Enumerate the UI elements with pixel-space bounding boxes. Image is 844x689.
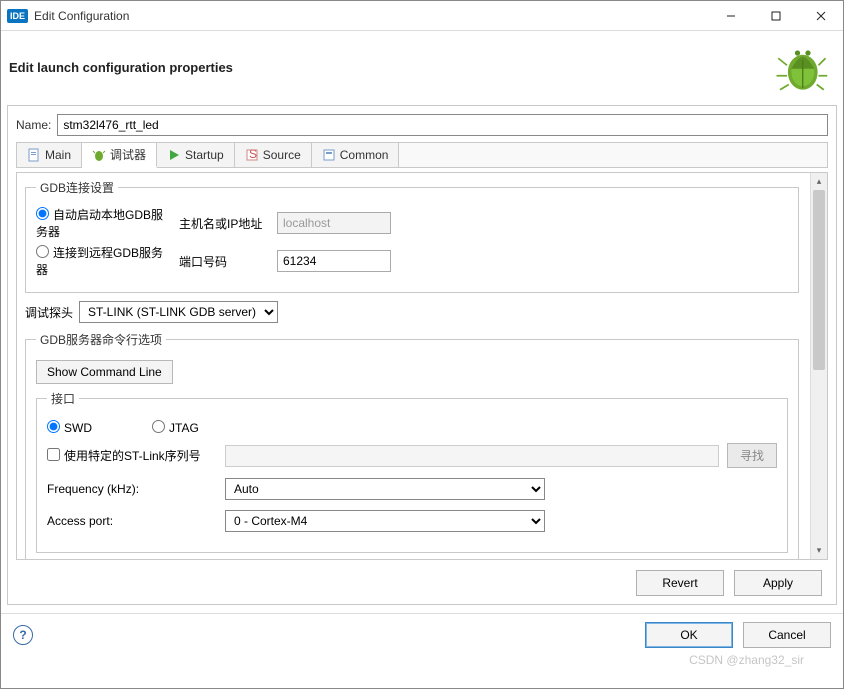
- cancel-button[interactable]: Cancel: [743, 622, 831, 648]
- probe-label: 调试探头: [25, 304, 73, 321]
- access-port-label: Access port:: [47, 514, 217, 528]
- svg-text:S: S: [249, 148, 257, 161]
- close-button[interactable]: [798, 1, 843, 31]
- frequency-label: Frequency (kHz):: [47, 482, 217, 496]
- apply-button[interactable]: Apply: [734, 570, 822, 596]
- gdb-server-legend: GDB服务器命令行选项: [36, 331, 166, 348]
- host-input: [277, 212, 391, 234]
- scroll-down-icon[interactable]: ▾: [811, 542, 827, 559]
- serial-select: [225, 445, 719, 467]
- help-button[interactable]: ?: [13, 625, 33, 645]
- page-heading: Edit launch configuration properties: [9, 60, 233, 75]
- bug-small-icon: [92, 148, 106, 162]
- tab-debugger-label: 调试器: [110, 146, 146, 163]
- tab-startup[interactable]: Startup: [157, 143, 235, 167]
- tab-debugger[interactable]: 调试器: [82, 143, 157, 168]
- tabbar: Main 调试器 Startup S Source Common: [16, 142, 828, 168]
- minimize-button[interactable]: [708, 1, 753, 31]
- main-panel: Name: Main 调试器 Startup S Source Common ▴…: [7, 105, 837, 605]
- name-input[interactable]: [57, 114, 828, 136]
- scroll-up-icon[interactable]: ▴: [811, 173, 827, 190]
- name-label: Name:: [16, 118, 51, 132]
- revert-button[interactable]: Revert: [636, 570, 724, 596]
- access-port-select[interactable]: 0 - Cortex-M4: [225, 510, 545, 532]
- radio-remote-gdb[interactable]: 连接到远程GDB服务器: [36, 244, 171, 278]
- tab-main[interactable]: Main: [17, 143, 82, 167]
- serial-checkbox[interactable]: 使用特定的ST-Link序列号: [47, 447, 217, 464]
- tab-content: ▴ ▾ GDB连接设置 自动启动本地GDB服务器 主机名或IP地址 连接到远程G…: [16, 172, 828, 560]
- interface-group: 接口 SWD JTAG 使用特定的ST-Link序列号 寻找 Frequency…: [36, 390, 788, 553]
- tab-common-label: Common: [340, 148, 389, 162]
- close-icon: [816, 11, 826, 21]
- radio-local-gdb[interactable]: 自动启动本地GDB服务器: [36, 206, 171, 240]
- port-input[interactable]: [277, 250, 391, 272]
- window-title: Edit Configuration: [34, 9, 708, 23]
- banner: Edit launch configuration properties: [1, 31, 843, 103]
- maximize-button[interactable]: [753, 1, 798, 31]
- radio-swd[interactable]: SWD: [47, 419, 92, 435]
- play-icon: [167, 148, 181, 162]
- maximize-icon: [771, 11, 781, 21]
- gdb-connection-group: GDB连接设置 自动启动本地GDB服务器 主机名或IP地址 连接到远程GDB服务…: [25, 179, 799, 293]
- tab-main-label: Main: [45, 148, 71, 162]
- bug-icon: [773, 39, 829, 95]
- tab-startup-label: Startup: [185, 148, 224, 162]
- frequency-select[interactable]: Auto: [225, 478, 545, 500]
- source-icon: S: [245, 148, 259, 162]
- find-button[interactable]: 寻找: [727, 443, 777, 468]
- titlebar: IDE Edit Configuration: [1, 1, 843, 31]
- tab-common[interactable]: Common: [312, 143, 400, 167]
- common-icon: [322, 148, 336, 162]
- scrollbar-thumb[interactable]: [813, 190, 825, 370]
- gdb-server-group: GDB服务器命令行选项 Show Command Line 接口 SWD JTA…: [25, 331, 799, 560]
- footer: ? OK Cancel: [1, 613, 843, 656]
- app-badge: IDE: [7, 9, 28, 23]
- radio-jtag[interactable]: JTAG: [152, 419, 199, 435]
- tab-source-label: Source: [263, 148, 301, 162]
- host-label: 主机名或IP地址: [179, 215, 269, 232]
- vertical-scrollbar[interactable]: ▴ ▾: [810, 173, 827, 559]
- gdb-connection-legend: GDB连接设置: [36, 179, 118, 196]
- show-command-line-button[interactable]: Show Command Line: [36, 360, 173, 384]
- minimize-icon: [726, 11, 736, 21]
- probe-select[interactable]: ST-LINK (ST-LINK GDB server): [79, 301, 278, 323]
- interface-legend: 接口: [47, 390, 79, 407]
- port-label: 端口号码: [179, 253, 269, 270]
- ok-button[interactable]: OK: [645, 622, 733, 648]
- tab-source[interactable]: S Source: [235, 143, 312, 167]
- file-icon: [27, 148, 41, 162]
